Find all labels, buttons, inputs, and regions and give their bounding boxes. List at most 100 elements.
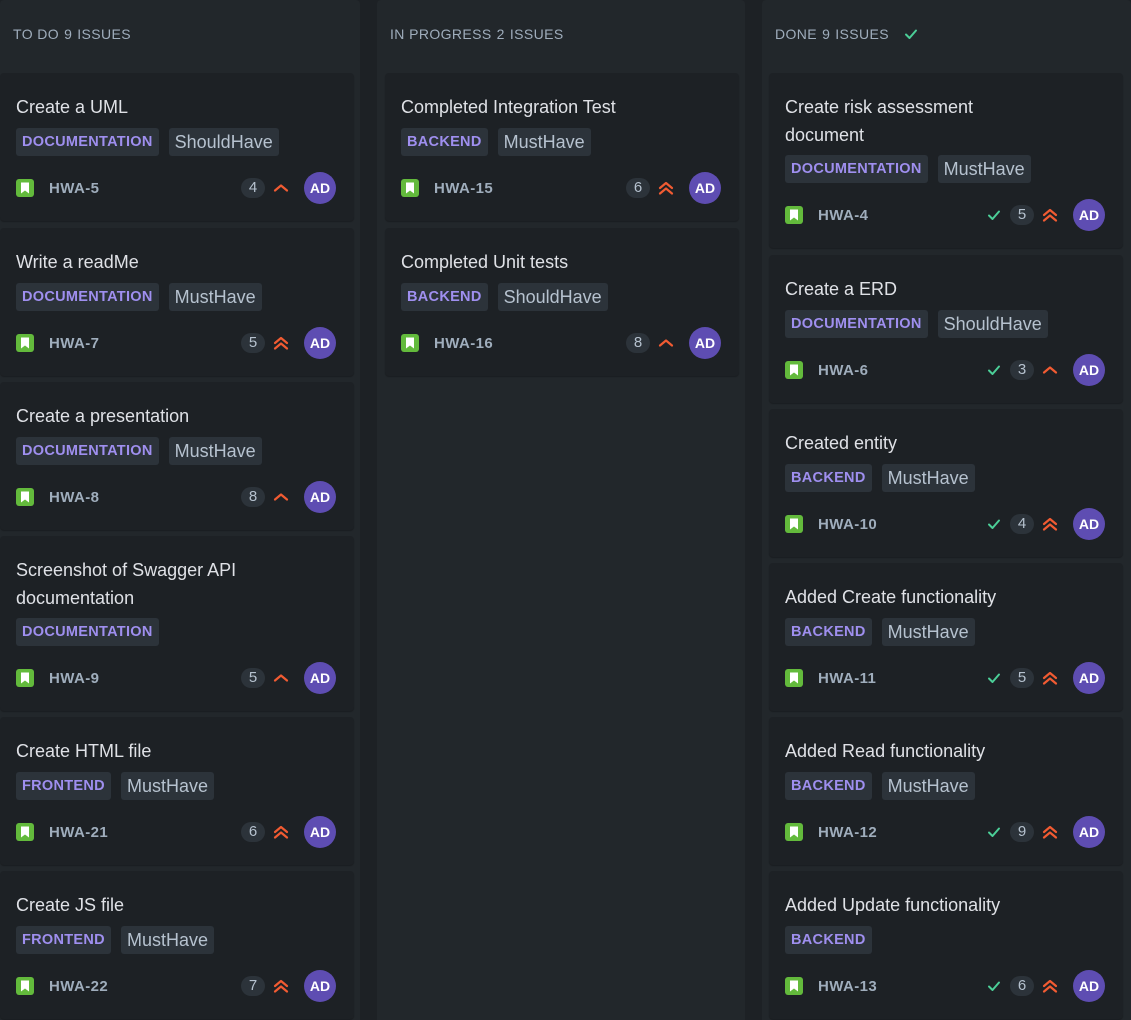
card-title: Added Read functionality — [785, 737, 985, 765]
assignee-avatar[interactable]: AD — [1073, 508, 1105, 540]
category-label: BACKEND — [401, 283, 488, 311]
assignee-avatar[interactable]: AD — [304, 327, 336, 359]
story-points-badge: 4 — [241, 178, 265, 198]
card-title: Created entity — [785, 429, 897, 457]
column-header: TO DO 9 ISSUES — [13, 26, 131, 42]
category-label: FRONTEND — [16, 772, 111, 800]
card-labels: DOCUMENTATION — [16, 618, 159, 646]
issue-key[interactable]: HWA-10 — [818, 516, 877, 533]
assignee-avatar[interactable]: AD — [1073, 354, 1105, 386]
story-bookmark-icon — [785, 669, 803, 687]
issue-card[interactable]: Created entity BACKEND MustHave HWA-10 4 AD — [769, 409, 1123, 557]
assignee-avatar[interactable]: AD — [1073, 970, 1105, 1002]
assignee-avatar[interactable]: AD — [1073, 816, 1105, 848]
card-labels: BACKEND MustHave — [785, 464, 975, 492]
category-label: BACKEND — [401, 128, 488, 156]
issue-key[interactable]: HWA-8 — [49, 489, 99, 506]
assignee-avatar[interactable]: AD — [1073, 199, 1105, 231]
story-bookmark-icon — [785, 977, 803, 995]
issue-key[interactable]: HWA-4 — [818, 207, 868, 224]
card-meta: 9 AD — [986, 815, 1105, 849]
done-check-icon — [986, 670, 1002, 686]
done-check-icon — [986, 978, 1002, 994]
card-labels: BACKEND ShouldHave — [401, 283, 608, 311]
done-check-icon — [986, 362, 1002, 378]
assignee-avatar[interactable]: AD — [304, 816, 336, 848]
category-label: DOCUMENTATION — [16, 128, 159, 156]
category-label: BACKEND — [785, 618, 872, 646]
issue-key[interactable]: HWA-16 — [434, 335, 493, 352]
card-footer: HWA-13 — [785, 969, 877, 1003]
issue-card[interactable]: Create risk assessment document DOCUMENTAT… — [769, 73, 1123, 248]
issue-card[interactable]: Create HTML file FRONTEND MustHave HWA-21 6 A… — [0, 717, 354, 865]
story-bookmark-icon — [785, 823, 803, 841]
priority-high-icon — [657, 179, 675, 197]
issue-card[interactable]: Completed Unit tests BACKEND ShouldHave HWA… — [385, 228, 739, 376]
issue-card[interactable]: Added Update functionality BACKEND HWA-13 6… — [769, 871, 1123, 1019]
issue-key[interactable]: HWA-22 — [49, 978, 108, 995]
issue-key[interactable]: HWA-13 — [818, 978, 877, 995]
assignee-avatar[interactable]: AD — [689, 327, 721, 359]
story-points-badge: 7 — [241, 976, 265, 996]
priority-medium-icon — [272, 669, 290, 687]
issue-card[interactable]: Create a presentation DOCUMENTATION MustHa… — [0, 382, 354, 530]
column-name: IN PROGRESS — [390, 26, 492, 42]
card-meta: 8 AD — [626, 326, 721, 360]
moscow-label: MustHave — [168, 437, 262, 465]
story-bookmark-icon — [16, 977, 34, 995]
category-label: DOCUMENTATION — [785, 155, 928, 183]
card-labels: DOCUMENTATION ShouldHave — [16, 128, 279, 156]
issue-key[interactable]: HWA-11 — [818, 670, 876, 687]
card-title: Create a ERD — [785, 275, 897, 303]
priority-high-icon — [1041, 823, 1059, 841]
card-labels: DOCUMENTATION MustHave — [785, 155, 1031, 183]
issue-card[interactable]: Write a readMe DOCUMENTATION MustHave HWA-7… — [0, 228, 354, 376]
story-bookmark-icon — [401, 334, 419, 352]
issue-key[interactable]: HWA-21 — [49, 824, 108, 841]
assignee-avatar[interactable]: AD — [304, 662, 336, 694]
issue-card[interactable]: Create JS file FRONTEND MustHave HWA-22 7 AD — [0, 871, 354, 1019]
story-points-badge: 5 — [1010, 668, 1034, 688]
done-check-icon — [986, 824, 1002, 840]
card-title: Create risk assessment document — [785, 93, 973, 149]
issue-key[interactable]: HWA-12 — [818, 824, 877, 841]
issue-key[interactable]: HWA-5 — [49, 180, 99, 197]
card-title: Added Update functionality — [785, 891, 1000, 919]
moscow-label: MustHave — [120, 926, 214, 954]
issue-card[interactable]: Screenshot of Swagger API documentation DO… — [0, 536, 354, 711]
issue-key[interactable]: HWA-15 — [434, 180, 493, 197]
card-meta: 3 AD — [986, 353, 1105, 387]
moscow-label: MustHave — [881, 618, 975, 646]
card-footer: HWA-10 — [785, 507, 877, 541]
card-footer: HWA-4 — [785, 198, 868, 232]
issues-label: ISSUES — [835, 26, 890, 42]
assignee-avatar[interactable]: AD — [1073, 662, 1105, 694]
assignee-avatar[interactable]: AD — [689, 172, 721, 204]
issue-key[interactable]: HWA-6 — [818, 362, 868, 379]
card-title-line: Create HTML file — [16, 741, 152, 761]
issues-label: ISSUES — [77, 26, 132, 42]
card-title-line: Created entity — [785, 433, 898, 453]
story-points-badge: 4 — [1010, 514, 1034, 534]
issue-card[interactable]: Create a ERD DOCUMENTATION ShouldHave HWA-6… — [769, 255, 1123, 403]
card-meta: 6 AD — [241, 815, 336, 849]
issue-count: 2 — [496, 26, 505, 42]
moscow-label: MustHave — [497, 128, 591, 156]
issue-card[interactable]: Added Read functionality BACKEND MustHave H… — [769, 717, 1123, 865]
assignee-avatar[interactable]: AD — [304, 172, 336, 204]
assignee-avatar[interactable]: AD — [304, 481, 336, 513]
column-name: DONE — [775, 26, 818, 42]
done-check-icon — [986, 207, 1002, 223]
issue-key[interactable]: HWA-9 — [49, 670, 99, 687]
issue-card[interactable]: Completed Integration Test BACKEND MustHav… — [385, 73, 739, 221]
issue-card[interactable]: Create a UML DOCUMENTATION ShouldHave HWA-5… — [0, 73, 354, 221]
moscow-label: ShouldHave — [497, 283, 608, 311]
card-footer: HWA-15 — [401, 171, 493, 205]
card-footer: HWA-11 — [785, 661, 876, 695]
moscow-label: MustHave — [881, 772, 975, 800]
assignee-avatar[interactable]: AD — [304, 970, 336, 1002]
story-bookmark-icon — [16, 669, 34, 687]
issue-card[interactable]: Added Create functionality BACKEND MustHav… — [769, 563, 1123, 711]
card-footer: HWA-6 — [785, 353, 868, 387]
issue-key[interactable]: HWA-7 — [49, 335, 99, 352]
